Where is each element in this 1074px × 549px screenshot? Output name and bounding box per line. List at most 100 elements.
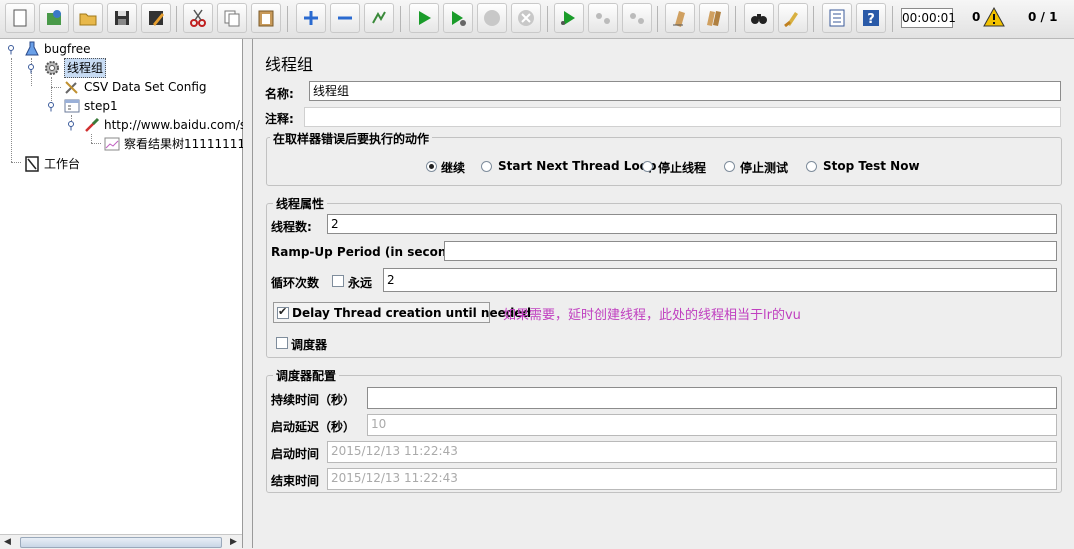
delay-checkbox[interactable]	[277, 305, 289, 319]
tree-connector	[11, 162, 21, 163]
tree-connector	[11, 58, 12, 162]
startup-delay-label: 启动延迟（秒）	[271, 420, 356, 434]
radio-continue-label: 继续	[441, 161, 466, 175]
tree-node-label: CSV Data Set Config	[84, 80, 207, 94]
tree-connector	[91, 143, 101, 144]
scheduler-label: 调度器	[291, 338, 328, 352]
threads-field[interactable]: 2	[327, 214, 1057, 234]
radio-stop-test-now[interactable]	[806, 161, 817, 172]
tree-node-label: step1	[84, 99, 118, 113]
clear-icon[interactable]	[665, 3, 695, 33]
end-time-label: 结束时间	[271, 474, 320, 488]
gear-icon	[45, 61, 59, 75]
start-time-field[interactable]: 2015/12/13 11:22:43	[327, 441, 1057, 463]
tree-node-label: 线程组	[64, 58, 107, 78]
thread-properties-title: 线程属性	[273, 195, 328, 212]
scroll-right-icon[interactable]: ▶	[230, 537, 237, 547]
loop-count-field[interactable]: 2	[383, 268, 1057, 292]
paste-icon[interactable]	[251, 3, 281, 33]
expand-handle-icon[interactable]	[67, 121, 75, 131]
thread-group-panel: 线程组 名称: 线程组 注释: 在取样器错误后要执行的动作 继续 Start N…	[254, 39, 1074, 548]
tree-node-label: 工作台	[44, 157, 81, 171]
stop-icon[interactable]	[477, 3, 507, 33]
shutdown-icon[interactable]	[511, 3, 541, 33]
toolbar-separator	[813, 6, 814, 32]
comment-field[interactable]	[304, 107, 1061, 127]
graph-icon	[104, 137, 120, 151]
tree-node-label: 察看结果树11111111	[124, 137, 246, 151]
expand-handle-icon[interactable]	[7, 45, 15, 55]
tree-horizontal-scrollbar[interactable]: ◀ ▶	[0, 534, 242, 549]
loop-label: 循环次数	[271, 276, 320, 290]
active-thread-count: 0 / 1	[1028, 10, 1058, 24]
end-time-field[interactable]: 2015/12/13 11:22:43	[327, 468, 1057, 490]
toolbar: ? 00:00:01 0 0 / 1	[0, 0, 1074, 39]
radio-stop-thread[interactable]	[642, 161, 653, 172]
toggle-icon[interactable]	[364, 3, 394, 33]
expand-icon[interactable]	[296, 3, 326, 33]
tree-connector	[51, 87, 61, 88]
scheduler-config-title: 调度器配置	[273, 367, 340, 384]
toolbar-separator	[547, 6, 548, 32]
search-icon[interactable]	[744, 3, 774, 33]
start-no-pause-icon[interactable]	[443, 3, 473, 33]
scroll-left-icon[interactable]: ◀	[4, 537, 11, 547]
new-icon[interactable]	[5, 3, 35, 33]
elapsed-timer: 00:00:01	[901, 8, 956, 28]
radio-start-next-loop-label: Start Next Thread Loop	[498, 159, 657, 173]
name-field[interactable]: 线程组	[309, 81, 1061, 101]
toolbar-separator	[735, 6, 736, 32]
start-icon[interactable]	[409, 3, 439, 33]
radio-stop-test[interactable]	[724, 161, 735, 172]
open-icon[interactable]	[73, 3, 103, 33]
remote-start-icon[interactable]	[554, 3, 584, 33]
expand-handle-icon[interactable]	[47, 102, 55, 112]
duration-label: 持续时间（秒）	[271, 393, 356, 407]
remote-stop-icon[interactable]	[588, 3, 618, 33]
toolbar-separator	[400, 6, 401, 32]
expand-handle-icon[interactable]	[27, 64, 35, 74]
radio-start-next-loop[interactable]	[481, 161, 492, 172]
templates-icon[interactable]	[39, 3, 69, 33]
toolbar-separator	[657, 6, 658, 32]
controller-icon	[64, 99, 80, 113]
workbench-icon	[25, 156, 39, 172]
duration-field[interactable]	[367, 387, 1057, 409]
error-action-group: 在取样器错误后要执行的动作 继续 Start Next Thread Loop …	[266, 130, 1062, 186]
delay-thread-creation[interactable]: Delay Thread creation until needed	[273, 302, 531, 323]
clear-all-icon[interactable]	[699, 3, 729, 33]
remote-shutdown-icon[interactable]	[622, 3, 652, 33]
pane-splitter[interactable]	[243, 39, 253, 548]
save-icon[interactable]	[107, 3, 137, 33]
svg-text:?: ?	[867, 12, 875, 27]
page-title: 线程组	[265, 55, 314, 74]
tree-connector	[91, 134, 92, 143]
startup-delay-field[interactable]: 10	[367, 414, 1057, 436]
copy-icon[interactable]	[217, 3, 247, 33]
rampup-field[interactable]	[444, 241, 1057, 261]
flask-icon	[25, 41, 39, 56]
scheduler-checkbox[interactable]	[276, 337, 288, 349]
reset-search-icon[interactable]	[778, 3, 808, 33]
rampup-label: Ramp-Up Period (in seconds):	[271, 245, 473, 259]
radio-stop-test-now-label: Stop Test Now	[823, 159, 920, 173]
collapse-icon[interactable]	[330, 3, 360, 33]
radio-stop-test-label: 停止测试	[740, 161, 789, 175]
tree-node-label: http://www.baidu.com/s	[104, 118, 247, 132]
start-time-label: 启动时间	[271, 447, 320, 461]
forever-checkbox[interactable]	[332, 275, 344, 287]
error-action-title: 在取样器错误后要执行的动作	[270, 130, 433, 147]
tree-node-label: bugfree	[44, 42, 91, 56]
test-plan-tree: bugfree 线程组 CSV Data Set Config step1 ht…	[0, 39, 247, 549]
scrollbar-thumb[interactable]	[20, 537, 222, 548]
help-icon[interactable]: ?	[856, 3, 886, 33]
function-helper-icon[interactable]	[822, 3, 852, 33]
radio-continue[interactable]	[426, 161, 437, 172]
save-as-icon[interactable]	[141, 3, 171, 33]
threads-label: 线程数:	[271, 220, 312, 234]
delay-label: Delay Thread creation until needed	[292, 306, 532, 320]
tools-icon	[65, 81, 78, 94]
warning-icon[interactable]	[983, 7, 1005, 27]
cut-icon[interactable]	[183, 3, 213, 33]
forever-label: 永远	[348, 276, 373, 290]
